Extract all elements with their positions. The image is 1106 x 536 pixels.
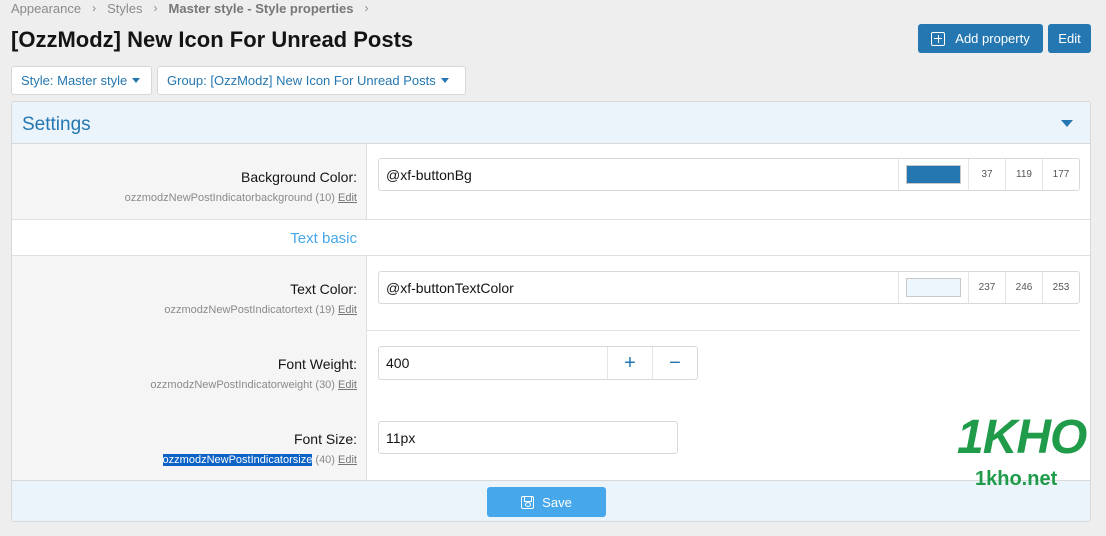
property-key-name: ozzmodzNewPostIndicatortext xyxy=(164,304,313,316)
font-size-label: Font Size: xyxy=(293,431,357,447)
section-title: Text basic xyxy=(290,230,357,247)
rgb-red: 237 xyxy=(968,272,1005,303)
text-color-label-group: Text Color: ozzmodzNewPostIndicatortext … xyxy=(12,281,357,316)
color-picker[interactable] xyxy=(898,272,968,303)
font-weight-label-group: Font Weight: ozzmodzNewPostIndicatorweig… xyxy=(12,356,357,391)
rgb-green: 119 xyxy=(1005,159,1042,190)
rgb-blue: 253 xyxy=(1042,272,1079,303)
divider xyxy=(367,330,1080,331)
property-key-name: ozzmodzNewPostIndicatorsize xyxy=(162,454,313,466)
property-order: (40) xyxy=(315,454,335,466)
page-title: [OzzModz] New Icon For Unread Posts xyxy=(11,27,414,52)
plus-square-icon xyxy=(931,31,946,46)
color-swatch[interactable] xyxy=(906,165,961,184)
edit-button[interactable]: Edit xyxy=(1048,24,1091,53)
save-icon xyxy=(521,495,535,509)
property-key: ozzmodzNewPostIndicatorweight (30) Edit xyxy=(12,379,357,391)
collapse-caret-icon[interactable] xyxy=(1061,120,1073,127)
rgb-red: 37 xyxy=(968,159,1005,190)
property-key: ozzmodzNewPostIndicatortext (19) Edit xyxy=(12,304,357,316)
add-property-label: Add property xyxy=(955,31,1030,46)
watermark-logo: 1KHO 1kho.net xyxy=(955,410,1095,492)
property-key: ozzmodzNewPostIndicatorbackground (10) E… xyxy=(12,192,357,204)
background-color-value[interactable]: @xf-buttonBg xyxy=(379,159,898,190)
font-weight-label: Font Weight: xyxy=(277,356,357,372)
settings-panel-header[interactable]: Settings xyxy=(12,102,1090,144)
property-edit-link[interactable]: Edit xyxy=(338,379,357,391)
group-filter-label: Group: [OzzModz] New Icon For Unread Pos… xyxy=(167,73,436,88)
chevron-right-icon: › xyxy=(92,1,97,15)
increment-button[interactable]: + xyxy=(607,347,652,379)
caret-down-icon xyxy=(132,78,141,83)
property-edit-link[interactable]: Edit xyxy=(338,304,357,316)
property-edit-link[interactable]: Edit xyxy=(338,454,357,466)
text-color-value[interactable]: @xf-buttonTextColor xyxy=(379,272,898,303)
section-header: Text basic xyxy=(12,219,1090,256)
save-label: Save xyxy=(542,494,572,510)
font-size-label-group: Font Size: ozzmodzNewPostIndicatorsize (… xyxy=(12,431,357,466)
property-order: (19) xyxy=(315,304,335,316)
background-color-label: Background Color: xyxy=(241,169,357,185)
breadcrumb: Appearance › Styles › Master style - Sty… xyxy=(11,0,380,16)
settings-panel-title: Settings xyxy=(22,114,91,135)
form-footer: Save xyxy=(12,480,1090,521)
settings-panel: Settings Background Color: ozzmodzNewPos… xyxy=(11,101,1091,522)
color-picker[interactable] xyxy=(898,159,968,190)
font-size-input[interactable]: 11px xyxy=(378,421,678,454)
add-property-button[interactable]: Add property xyxy=(918,24,1043,53)
property-edit-link[interactable]: Edit xyxy=(338,192,357,204)
watermark-brand: 1KHO xyxy=(957,411,1087,464)
background-color-field[interactable]: @xf-buttonBg 37 119 177 xyxy=(378,158,1080,191)
color-swatch[interactable] xyxy=(906,278,961,297)
watermark-domain: 1kho.net xyxy=(975,468,1058,490)
font-weight-value[interactable]: 400 xyxy=(379,347,607,379)
chevron-right-icon: › xyxy=(364,1,369,15)
rgb-blue: 177 xyxy=(1042,159,1079,190)
group-filter-dropdown[interactable]: Group: [OzzModz] New Icon For Unread Pos… xyxy=(157,66,466,95)
property-key-name: ozzmodzNewPostIndicatorbackground xyxy=(124,192,313,204)
caret-down-icon xyxy=(440,78,449,83)
text-color-field[interactable]: @xf-buttonTextColor 237 246 253 xyxy=(378,271,1080,304)
property-order: (30) xyxy=(315,379,335,391)
property-key-name: ozzmodzNewPostIndicatorweight xyxy=(150,379,313,391)
background-color-label-group: Background Color: ozzmodzNewPostIndicato… xyxy=(12,169,357,204)
property-order: (10) xyxy=(315,192,335,204)
breadcrumb-styles[interactable]: Styles xyxy=(107,1,142,16)
breadcrumb-style-properties[interactable]: Master style - Style properties xyxy=(169,1,354,16)
chevron-right-icon: › xyxy=(153,1,158,15)
style-filter-dropdown[interactable]: Style: Master style xyxy=(11,66,152,95)
font-weight-stepper[interactable]: 400 + − xyxy=(378,346,698,380)
property-key: ozzmodzNewPostIndicatorsize (40) Edit xyxy=(12,454,357,466)
style-filter-label: Style: Master style xyxy=(21,73,128,88)
breadcrumb-appearance[interactable]: Appearance xyxy=(11,1,81,16)
text-color-label: Text Color: xyxy=(290,281,357,297)
rgb-green: 246 xyxy=(1005,272,1042,303)
decrement-button[interactable]: − xyxy=(652,347,697,379)
save-button[interactable]: Save xyxy=(487,487,606,517)
